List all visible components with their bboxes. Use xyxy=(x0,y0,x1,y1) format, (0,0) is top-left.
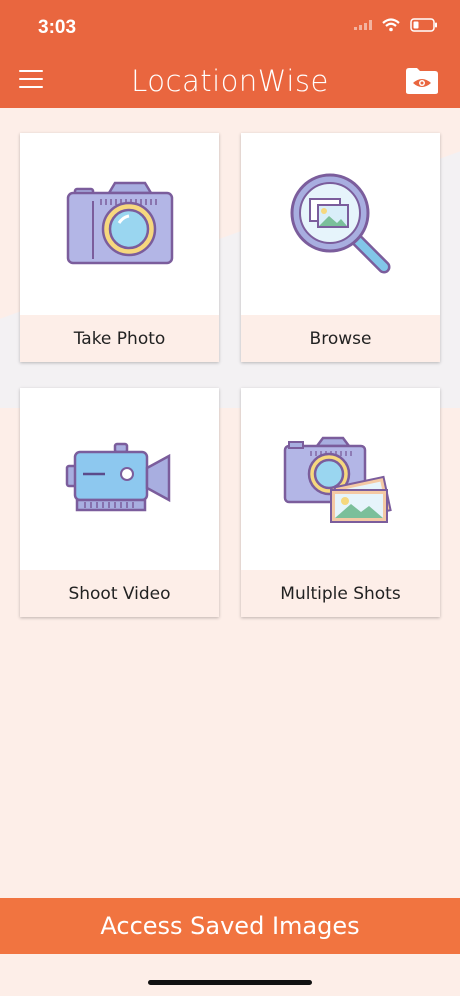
browse-label: Browse xyxy=(241,315,440,362)
wifi-icon xyxy=(382,18,400,32)
main-content: Take Photo Browse Shoot Video Multiple S… xyxy=(0,108,460,898)
multiple-shots-label: Multiple Shots xyxy=(241,570,440,617)
folder-eye-icon xyxy=(406,68,438,94)
browse-tile[interactable]: Browse xyxy=(241,133,440,362)
take-photo-tile[interactable]: Take Photo xyxy=(20,133,219,362)
take-photo-art xyxy=(20,133,219,315)
multiple-shots-tile[interactable]: Multiple Shots xyxy=(241,388,440,617)
take-photo-label: Take Photo xyxy=(20,315,219,362)
home-area xyxy=(0,954,460,996)
shoot-video-art xyxy=(20,388,219,570)
camera-icon xyxy=(66,181,173,265)
multiple-shots-art xyxy=(241,388,440,570)
magnifier-photo-icon xyxy=(290,173,390,274)
app-bar: LocationWise xyxy=(0,56,460,108)
home-indicator[interactable] xyxy=(148,980,312,985)
app-title: LocationWise xyxy=(131,64,329,98)
shoot-video-label: Shoot Video xyxy=(20,570,219,617)
browse-art xyxy=(241,133,440,315)
battery-icon xyxy=(410,18,437,32)
camera-photos-icon xyxy=(283,436,392,523)
status-icons xyxy=(354,18,438,32)
status-bar: 3:03 xyxy=(0,0,460,56)
access-saved-images-button[interactable]: Access Saved Images xyxy=(0,898,460,954)
saved-folder-button[interactable] xyxy=(405,67,439,95)
shoot-video-tile[interactable]: Shoot Video xyxy=(20,388,219,617)
status-time: 3:03 xyxy=(38,17,77,38)
video-camera-icon xyxy=(65,442,170,512)
signal-icon xyxy=(354,20,372,30)
